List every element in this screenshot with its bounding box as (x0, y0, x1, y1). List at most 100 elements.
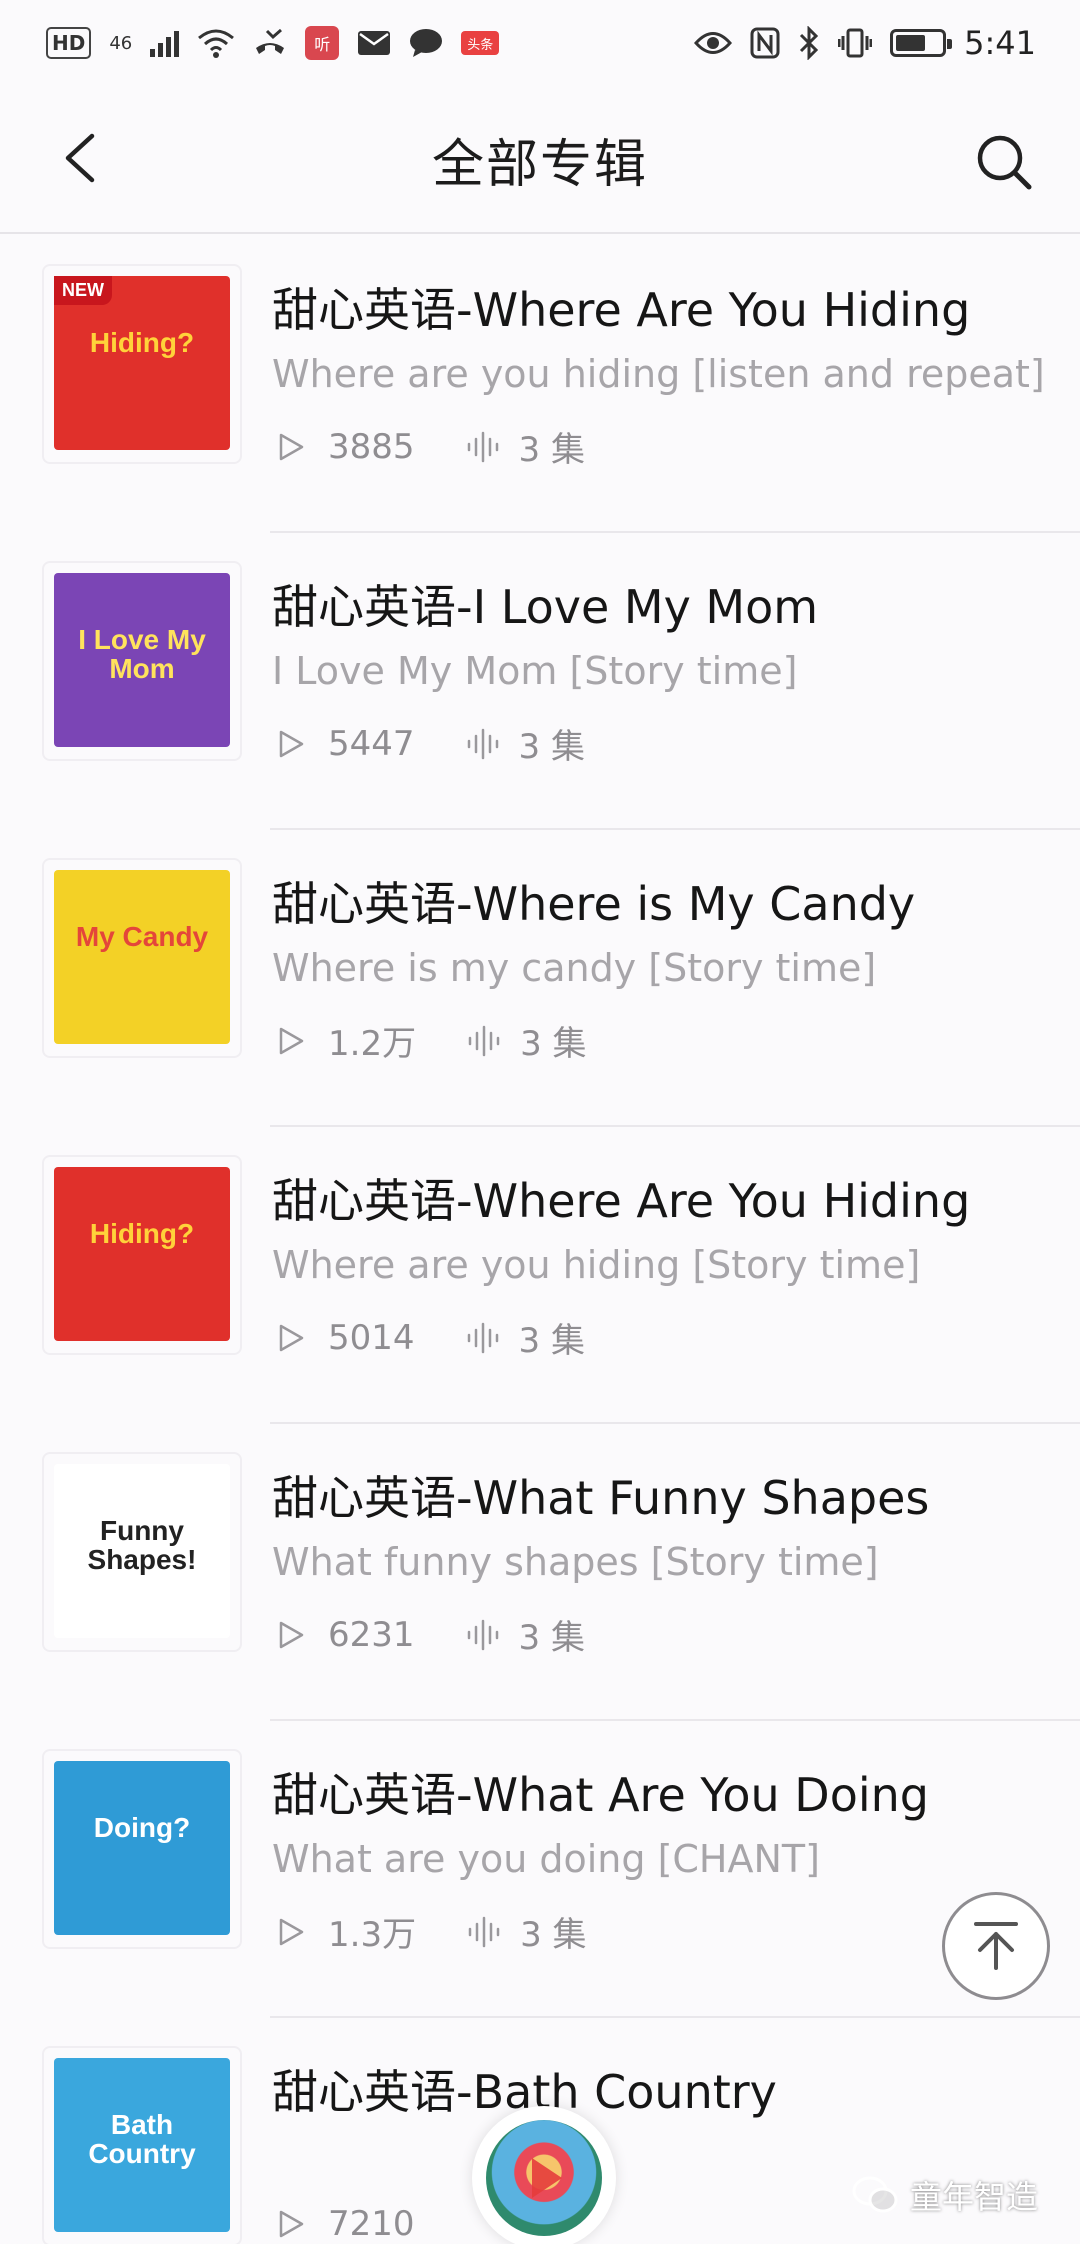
wifi-icon (198, 29, 235, 58)
episodes-icon (467, 1322, 498, 1353)
album-cover[interactable]: Doing? (44, 1751, 240, 1947)
wechat-icon (852, 2176, 898, 2213)
play-count: 1.2万 (328, 1024, 417, 1064)
mail-icon (358, 31, 391, 55)
new-badge: NEW (54, 276, 112, 305)
album-subtitle: I Love My Mom [Story time] (272, 649, 798, 693)
chevron-left-icon (65, 133, 95, 183)
play-count: 1.3万 (328, 1915, 417, 1955)
cover-title: Doing? (93, 1812, 191, 1843)
cover-art: Funny Shapes! (54, 1464, 230, 1638)
play-count-icon (279, 1621, 304, 1648)
album-meta: 1.3万 3 集 (276, 1907, 587, 1956)
episodes-icon (467, 431, 498, 462)
status-bar: HD 46 听 头条 5:41 (0, 0, 1080, 86)
cover-art: Doing? (54, 1761, 230, 1935)
episode-count: 3 集 (520, 1024, 587, 1064)
watermark: 童年智造 (852, 2172, 1038, 2218)
missed-call-icon (256, 28, 285, 54)
battery-icon (890, 29, 953, 57)
hd-indicator: HD (46, 27, 92, 59)
status-bar-left: HD 46 听 头条 (46, 26, 500, 60)
album-subtitle: What are you doing [CHANT] (272, 1837, 820, 1881)
page-title: 全部专辑 (431, 134, 648, 195)
cover-art: I Love My Mom (54, 573, 230, 747)
status-bar-right: 5:41 (694, 24, 1036, 62)
album-cover[interactable]: Funny Shapes! (44, 1454, 240, 1650)
play-count: 7210 (328, 2204, 415, 2244)
cover-title: Funny Shapes! (87, 1515, 197, 1576)
album-row[interactable]: Hiding? NEW 甜心英语-Where Are You Hiding Wh… (0, 236, 1080, 533)
album-meta: 5014 3 集 (276, 1313, 585, 1362)
album-cover[interactable]: I Love My Mom (44, 563, 240, 759)
album-cover[interactable]: My Candy (44, 860, 240, 1056)
cover-art: Hiding? (54, 1167, 230, 1341)
signal-icon (150, 29, 180, 57)
episodes-icon (467, 1619, 498, 1650)
cover-art: Hiding? NEW (54, 276, 230, 450)
album-title: 甜心英语-What Funny Shapes (272, 1471, 930, 1525)
album-subtitle: Where are you hiding [listen and repeat] (272, 352, 1045, 396)
episodes-icon (468, 1916, 500, 1947)
cover-title: Bath Country (88, 2109, 196, 2170)
album-subtitle: Where is my candy [Story time] (272, 946, 877, 990)
album-cover[interactable]: Bath Country (44, 2048, 240, 2244)
play-count-icon (279, 1918, 304, 1945)
play-count: 5014 (328, 1317, 415, 1358)
episode-count: 3 集 (518, 1618, 585, 1658)
back-to-top-button[interactable] (942, 1892, 1050, 2000)
album-meta: 7210 (276, 2204, 415, 2244)
album-row[interactable]: I Love My Mom 甜心英语-I Love My Mom I Love … (0, 533, 1080, 830)
album-subtitle: What funny shapes [Story time] (272, 1540, 879, 1584)
album-title: 甜心英语-Where is My Candy (272, 877, 916, 931)
album-row[interactable]: Doing? 甜心英语-What Are You Doing What are … (0, 1721, 1080, 2018)
play-count-icon (279, 1324, 304, 1351)
play-count: 5447 (328, 723, 415, 764)
play-count-icon (279, 1027, 304, 1054)
arrow-up-icon (974, 1922, 1018, 1970)
news-app-icon: 头条 (461, 31, 500, 55)
cover-title: Hiding? (89, 327, 195, 358)
episode-count: 3 集 (518, 1321, 585, 1361)
play-count: 3885 (328, 426, 415, 467)
clock: 5:41 (964, 24, 1036, 62)
mini-player-button[interactable] (472, 2106, 616, 2244)
album-meta: 1.2万 3 集 (276, 1016, 587, 1065)
play-count: 6231 (328, 1614, 415, 1655)
episode-count: 3 集 (520, 1915, 587, 1955)
back-button[interactable] (48, 126, 112, 190)
episode-count: 3 集 (518, 430, 585, 470)
vibrate-icon (838, 28, 873, 58)
album-meta: 6231 3 集 (276, 1610, 585, 1659)
app-notification-icon: 听 (305, 26, 340, 60)
album-title: 甜心英语-I Love My Mom (272, 580, 819, 634)
nav-header: 全部专辑 (0, 86, 1080, 234)
network-type: 46 (109, 32, 133, 54)
album-row[interactable]: Funny Shapes! 甜心英语-What Funny Shapes Wha… (0, 1424, 1080, 1721)
episodes-icon (468, 1025, 500, 1056)
cover-art: My Candy (54, 870, 230, 1044)
play-count-icon (279, 730, 304, 757)
play-icon (532, 2158, 562, 2198)
search-button[interactable] (968, 126, 1040, 198)
album-row[interactable]: My Candy 甜心英语-Where is My Candy Where is… (0, 830, 1080, 1127)
album-meta: 5447 3 集 (276, 719, 585, 768)
album-list: Hiding? NEW 甜心英语-Where Are You Hiding Wh… (0, 236, 1080, 2244)
album-row[interactable]: Hiding? 甜心英语-Where Are You Hiding Where … (0, 1127, 1080, 1424)
play-count-icon (279, 433, 304, 460)
cover-title: I Love My Mom (78, 624, 206, 685)
episodes-icon (467, 728, 498, 759)
now-playing-cover (486, 2120, 602, 2236)
album-title: 甜心英语-What Are You Doing (272, 1768, 929, 1822)
message-icon (410, 29, 443, 57)
cover-title: Hiding? (89, 1218, 195, 1249)
nfc-icon (750, 27, 780, 59)
cover-art: Bath Country (54, 2058, 230, 2232)
watermark-text: 童年智造 (909, 2178, 1038, 2216)
album-subtitle: Where are you hiding [Story time] (272, 1243, 921, 1287)
album-title: 甜心英语-Where Are You Hiding (272, 1174, 971, 1228)
search-icon (977, 135, 1032, 190)
album-cover[interactable]: Hiding? NEW (44, 266, 240, 462)
bluetooth-icon (800, 26, 819, 60)
album-cover[interactable]: Hiding? (44, 1157, 240, 1353)
